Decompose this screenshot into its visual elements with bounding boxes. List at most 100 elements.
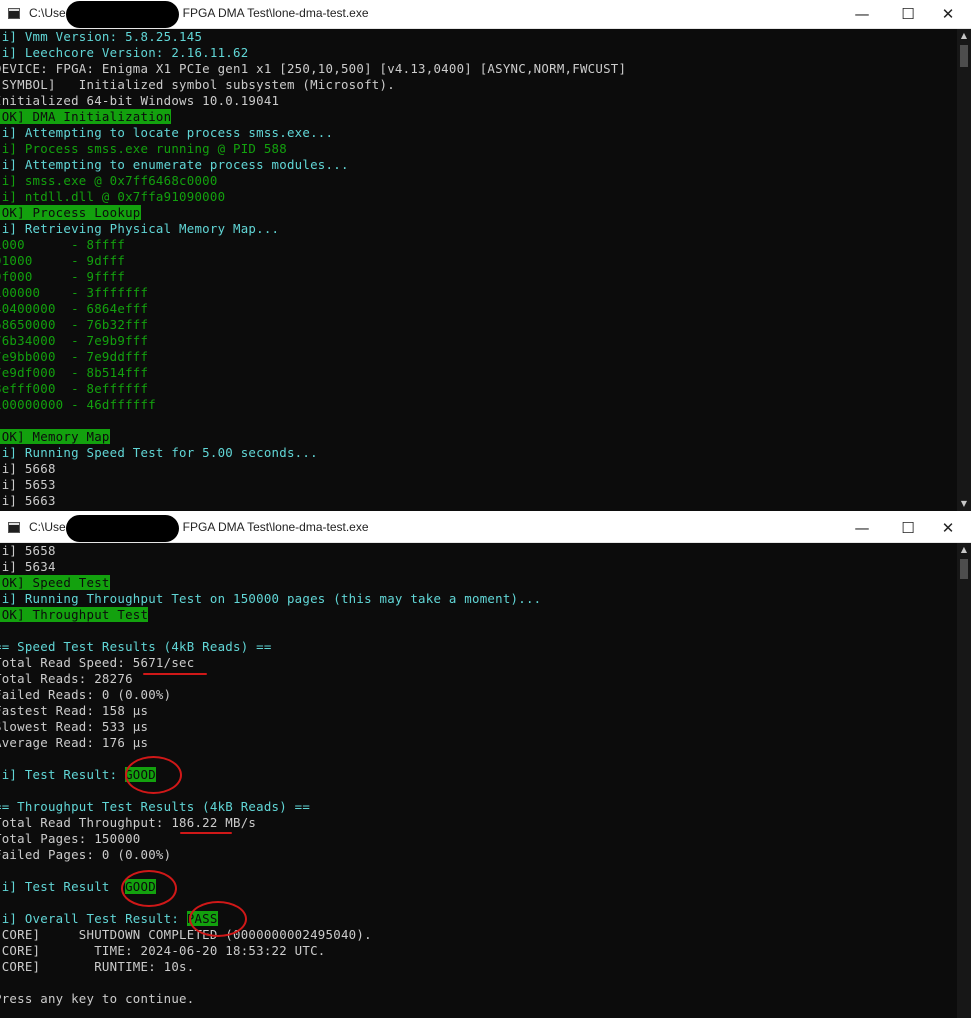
title-bar[interactable]: C:\User FPGA DMA Test\lone-dma-test.exe —…	[0, 0, 971, 29]
console-line-text: [i] Running Speed Test for 5.00 seconds.…	[0, 445, 318, 460]
console-line-text: [i] Process smss.exe running @ PID 588	[0, 141, 287, 156]
console-line: Average Read: 176 µs	[0, 735, 957, 751]
console-line: 7e9bb000 - 7e9ddfff	[0, 349, 957, 365]
console-line-text: [SYMBOL] Initialized symbol subsystem (M…	[0, 77, 395, 92]
console-line-text: 1000 - 8ffff	[0, 237, 126, 252]
console-line: 7e9df000 - 8b514fff	[0, 365, 957, 381]
circle-good-2	[121, 870, 177, 907]
console-line-text: Total Read Throughput: 186.22 MB/s	[0, 815, 257, 830]
console-line-text: [CORE] TIME: 2024-06-20 18:53:22 UTC.	[0, 943, 326, 958]
console-line-text: [i] Overall Test Result:	[0, 911, 187, 926]
console-line: [i] Vmm Version: 5.8.25.145	[0, 29, 957, 45]
underline-throughput	[180, 832, 232, 834]
console-line: [i] 5653	[0, 477, 957, 493]
scrollbar[interactable]: ▲	[957, 543, 971, 1018]
console-line: [i] Running Throughput Test on 150000 pa…	[0, 591, 957, 607]
console-line-text: [CORE] RUNTIME: 10s.	[0, 959, 195, 974]
close-button[interactable]: ✕	[925, 0, 971, 28]
console-line-text: [i] Test Result:	[0, 767, 126, 782]
scrollbar[interactable]: ▲ ▼	[957, 29, 971, 511]
console-line-text: [i] 5634	[0, 559, 56, 574]
scrollbar-thumb[interactable]	[960, 559, 968, 579]
minimize-button[interactable]: —	[839, 0, 885, 28]
console-line: [i] 5658	[0, 543, 957, 559]
console-line-text: == Speed Test Results (4kB Reads) ==	[0, 639, 272, 654]
console-line: [i] Process smss.exe running @ PID 588	[0, 141, 957, 157]
console-line: == Throughput Test Results (4kB Reads) =…	[0, 799, 957, 815]
console-line: Failed Pages: 0 (0.00%)	[0, 847, 957, 863]
console-line-text: Failed Pages: 0 (0.00%)	[0, 847, 172, 862]
console-line-text: Fastest Read: 158 µs	[0, 703, 149, 718]
console-line: 8efff000 - 8effffff	[0, 381, 957, 397]
console-line: [OK] DMA Initialization	[0, 109, 957, 125]
console-line: [i] 5663	[0, 493, 957, 509]
underline-total-read-speed	[143, 673, 207, 675]
redaction-blob	[66, 515, 179, 542]
console-line-text: Slowest Read: 533 µs	[0, 719, 149, 734]
console-line-text: 8efff000 - 8effffff	[0, 381, 149, 396]
console-line-text: Average Read: 176 µs	[0, 735, 149, 750]
console-line: [i] Retrieving Physical Memory Map...	[0, 221, 957, 237]
console-line: [OK] Speed Test	[0, 575, 957, 591]
console-line: Total Read Speed: 5671/sec	[0, 655, 957, 671]
console-window-top: C:\User FPGA DMA Test\lone-dma-test.exe —…	[0, 0, 971, 511]
console-line-text: Initialized 64-bit Windows 10.0.19041	[0, 93, 280, 108]
console-line: 40400000 - 6864efff	[0, 301, 957, 317]
close-button[interactable]: ✕	[925, 514, 971, 542]
console-line: [i] 5668	[0, 461, 957, 477]
console-line: Total Pages: 150000	[0, 831, 957, 847]
console-line-text: [i] 5668	[0, 461, 56, 476]
console-line-text: 40400000 - 6864efff	[0, 301, 149, 316]
console-line: 9f000 - 9ffff	[0, 269, 957, 285]
console-line: 68650000 - 76b32fff	[0, 317, 957, 333]
console-line: [i] Attempting to locate process smss.ex…	[0, 125, 957, 141]
console-line: [OK] Process Lookup	[0, 205, 957, 221]
console-line-text: [OK] DMA Initialization	[0, 109, 172, 124]
console-line: [i] Attempting to enumerate process modu…	[0, 157, 957, 173]
console-line-text: 100000 - 3fffffff	[0, 285, 149, 300]
console-line: [i] 5634	[0, 559, 957, 575]
redaction-blob	[66, 1, 179, 28]
console-line-text: 68650000 - 76b32fff	[0, 317, 149, 332]
circle-pass	[189, 901, 247, 937]
console-line-text: [i] 5658	[0, 543, 56, 558]
console-line: [i] Leechcore Version: 2.16.11.62	[0, 45, 957, 61]
console-line: [CORE] SHUTDOWN COMPLETED (0000000002495…	[0, 927, 957, 943]
console-line-text: DEVICE: FPGA: Enigma X1 PCIe gen1 x1 [25…	[0, 61, 627, 76]
scroll-down-arrow-icon[interactable]: ▼	[957, 497, 971, 511]
console-line: 100000000 - 46dffffff	[0, 397, 957, 413]
console-line-text: [OK] Speed Test	[0, 575, 110, 590]
console-line: [CORE] TIME: 2024-06-20 18:53:22 UTC.	[0, 943, 957, 959]
console-line-text: [i] smss.exe @ 0x7ff6468c0000	[0, 173, 218, 188]
console-line: Failed Reads: 0 (0.00%)	[0, 687, 957, 703]
console-line: DEVICE: FPGA: Enigma X1 PCIe gen1 x1 [25…	[0, 61, 957, 77]
console-line-text: [i] ntdll.dll @ 0x7ffa91090000	[0, 189, 226, 204]
console-line: [i] smss.exe @ 0x7ff6468c0000	[0, 173, 957, 189]
console-line: 100000 - 3fffffff	[0, 285, 957, 301]
console-line-text: 91000 - 9dfff	[0, 253, 126, 268]
scroll-up-arrow-icon[interactable]: ▲	[957, 29, 971, 43]
title-bar[interactable]: C:\User FPGA DMA Test\lone-dma-test.exe —…	[0, 514, 971, 543]
console-line-text: [i] Attempting to locate process smss.ex…	[0, 125, 334, 140]
console-line-text: Press any key to continue.	[0, 991, 195, 1006]
console-app-icon	[8, 522, 20, 533]
console-line-text: 9f000 - 9ffff	[0, 269, 126, 284]
scroll-up-arrow-icon[interactable]: ▲	[957, 543, 971, 557]
console-line-text: [i] 5663	[0, 493, 56, 508]
console-line-text: Total Reads: 28276	[0, 671, 133, 686]
console-line-text: [i] Running Throughput Test on 150000 pa…	[0, 591, 542, 606]
scrollbar-thumb[interactable]	[960, 45, 968, 67]
console-line-text: == Throughput Test Results (4kB Reads) =…	[0, 799, 311, 814]
minimize-button[interactable]: —	[839, 514, 885, 542]
console-line-text: [i] Attempting to enumerate process modu…	[0, 157, 349, 172]
console-line-text: Failed Reads: 0 (0.00%)	[0, 687, 172, 702]
console-line: Initialized 64-bit Windows 10.0.19041	[0, 93, 957, 109]
console-line: 91000 - 9dfff	[0, 253, 957, 269]
console-line-text: [i] Leechcore Version: 2.16.11.62	[0, 45, 249, 60]
console-line: [i] ntdll.dll @ 0x7ffa91090000	[0, 189, 957, 205]
console-output: [i] Vmm Version: 5.8.25.145 [i] Leechcore…	[0, 29, 957, 511]
circle-good-1	[125, 756, 182, 794]
console-line: == Speed Test Results (4kB Reads) ==	[0, 639, 957, 655]
